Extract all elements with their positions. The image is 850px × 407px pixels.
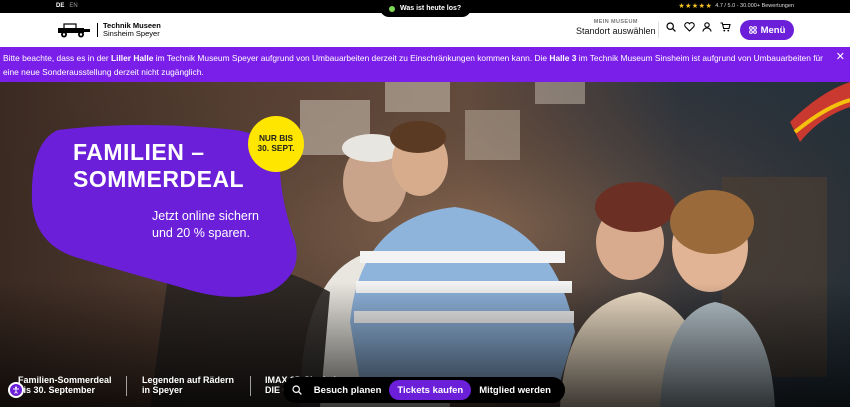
promo-title-line-1: FAMILIEN –	[73, 139, 205, 165]
whats-on-today-label: Was ist heute los?	[400, 5, 462, 12]
become-member-button[interactable]: Mitglied werden	[471, 380, 559, 400]
notice-text-1: Bitte beachte, dass es in der	[3, 53, 112, 63]
search-icon[interactable]	[289, 385, 306, 395]
vintage-car-logo-icon	[58, 22, 90, 37]
badge-line-1: NUR BIS	[258, 133, 294, 143]
notice-text-2: im Technik Museum Speyer aufgrund von Um…	[153, 53, 550, 63]
menu-button[interactable]: Menü	[740, 20, 794, 40]
logo-divider	[97, 23, 98, 37]
menu-grid-icon	[748, 26, 757, 34]
language-switcher: DE EN	[56, 3, 78, 9]
notice-bold-1: Liller Halle	[111, 53, 154, 63]
plan-visit-button[interactable]: Besuch planen	[306, 380, 390, 400]
logo-line-2: Sinsheim Speyer	[103, 29, 160, 38]
hero-banner[interactable]: FAMILIEN – SOMMERDEAL Jetzt online siche…	[0, 82, 850, 407]
whats-on-today-button[interactable]: Was ist heute los?	[380, 0, 472, 17]
language-de[interactable]: DE	[56, 3, 64, 9]
promo-subtitle-line-2: und 20 % sparen.	[152, 226, 250, 240]
notice-banner: Bitte beachte, dass es in der Liller Hal…	[0, 47, 850, 82]
rating-text: 4.7 / 5.0 - 30.000+ Bewertungen	[715, 3, 794, 9]
teaser-familien-sommerdeal[interactable]: Familien-Sommerdeal bis 30. September	[18, 375, 112, 395]
rating-widget[interactable]: ★★★★★ 4.7 / 5.0 - 30.000+ Bewertungen	[678, 2, 794, 10]
live-dot-icon	[389, 5, 395, 12]
promo-subtitle-line-1: Jetzt online sichern	[152, 209, 260, 223]
teaser-2-line-1: Legenden auf Rädern	[142, 375, 235, 385]
teaser-divider	[250, 376, 251, 396]
promo-subtitle: Jetzt online sichern und 20 % sparen.	[152, 208, 259, 242]
logo-text: Technik Museen Sinsheim Speyer	[103, 22, 161, 38]
teaser-divider	[126, 376, 127, 396]
close-icon[interactable]: ✕	[836, 50, 845, 64]
heart-icon[interactable]	[683, 21, 695, 33]
bottom-action-bar: Besuch planen Tickets kaufen Mitglied we…	[283, 377, 565, 403]
museum-selector-label: MEIN MUSEUM	[593, 19, 638, 25]
museum-selector[interactable]: MEIN MUSEUM Standort auswählen	[576, 19, 656, 36]
cart-icon[interactable]	[719, 21, 731, 33]
accessibility-icon	[10, 384, 22, 396]
museum-selector-value: Standort auswählen	[576, 26, 656, 36]
header-icons	[665, 21, 731, 33]
teaser-1-line-2: bis 30. September	[18, 385, 96, 395]
search-icon[interactable]	[665, 21, 677, 33]
accessibility-button[interactable]	[8, 382, 24, 398]
user-icon[interactable]	[701, 21, 713, 33]
site-header: Technik Museen Sinsheim Speyer MEIN MUSE…	[0, 13, 850, 47]
teaser-2-line-2: in Speyer	[142, 385, 183, 395]
promo-deadline-badge: NUR BIS 30. SEPT.	[248, 116, 304, 172]
buy-tickets-button[interactable]: Tickets kaufen	[389, 380, 472, 400]
teaser-1-line-1: Familien-Sommerdeal	[18, 375, 112, 385]
menu-button-label: Menü	[760, 24, 786, 36]
site-logo[interactable]: Technik Museen Sinsheim Speyer	[56, 22, 161, 38]
promo-title: FAMILIEN – SOMMERDEAL	[73, 139, 244, 193]
language-en[interactable]: EN	[69, 3, 77, 9]
teaser-legenden-auf-raedern[interactable]: Legenden auf Rädern in Speyer	[142, 375, 234, 395]
star-icons: ★★★★★	[678, 3, 713, 10]
header-divider	[658, 22, 659, 38]
notice-bold-2: Halle 3	[549, 53, 577, 63]
promo-title-line-2: SOMMERDEAL	[73, 166, 245, 192]
badge-line-2: 30. SEPT.	[257, 143, 295, 153]
